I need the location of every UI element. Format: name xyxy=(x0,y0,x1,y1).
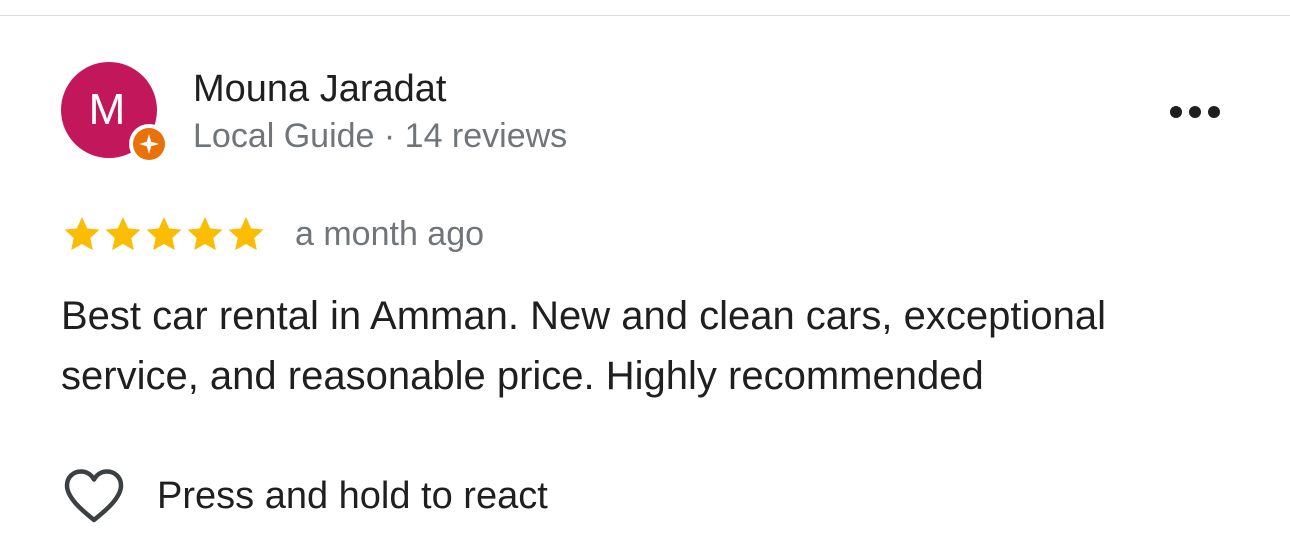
star-icon xyxy=(228,217,264,251)
star-icon xyxy=(64,217,100,251)
reviewer-meta: Local Guide · 14 reviews xyxy=(193,117,568,155)
star-rating xyxy=(62,214,266,254)
heart-icon[interactable] xyxy=(61,466,127,526)
reviewer-name[interactable]: Mouna Jaradat xyxy=(193,66,447,112)
star-icon xyxy=(105,217,141,251)
react-label: Press and hold to react xyxy=(157,475,548,517)
more-options-icon xyxy=(1170,106,1220,118)
star-icon xyxy=(146,217,182,251)
star-icon xyxy=(187,217,223,251)
top-divider xyxy=(0,15,1290,16)
more-options-button[interactable] xyxy=(1160,90,1230,134)
review-text: Best car rental in Amman. New and clean … xyxy=(61,294,1106,398)
react-button[interactable]: Press and hold to react xyxy=(61,466,548,526)
local-guide-star-icon xyxy=(133,128,165,160)
local-guide-badge xyxy=(129,124,169,164)
review-time: a month ago xyxy=(295,215,485,253)
